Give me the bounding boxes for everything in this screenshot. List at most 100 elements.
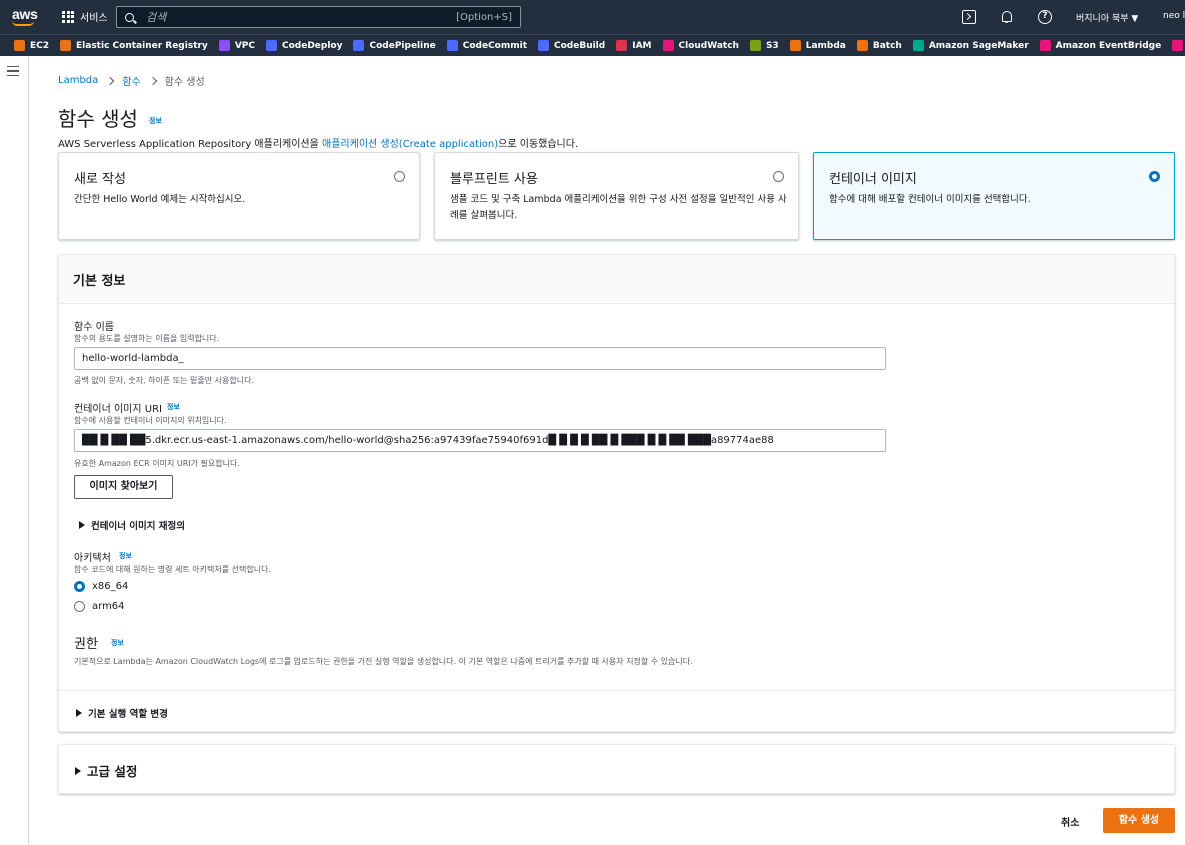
radio-unselected[interactable]	[74, 601, 85, 612]
chevron-right-icon	[148, 76, 157, 85]
function-name-input[interactable]: hello-world-lambda_	[74, 347, 886, 370]
image-uri-hint: 함수에 사용할 컨테이너 이미지의 위치입니다.	[74, 416, 227, 425]
account-menu[interactable]: neo l	[1163, 11, 1185, 21]
service-icon	[60, 40, 72, 51]
function-name-rule: 공백 없이 문자, 숫자, 하이픈 또는 밑줄만 사용합니다.	[74, 376, 254, 385]
services-menu-button[interactable]: 서비스	[62, 9, 108, 24]
option-radio-selected[interactable]	[1149, 171, 1160, 182]
image-uri-label: 컨테이너 이미지 URI	[74, 404, 162, 415]
service-icon	[912, 40, 924, 51]
service-icon	[446, 40, 458, 51]
service-icon	[616, 40, 628, 51]
service-icon	[265, 40, 277, 51]
favorite-label: CodeCommit	[462, 40, 527, 51]
top-navigation: aws 서비스 검색 [Option+S] ? 버지니아 북부 ▼ neo l	[0, 0, 1185, 34]
option-author-from-scratch[interactable]: 새로 작성 간단한 Hello World 예제는 시작하십시오.	[58, 152, 420, 240]
basic-information-panel: 기본 정보 함수 이름 함수의 용도를 설명하는 이름을 입력합니다. hell…	[58, 254, 1175, 732]
service-icon	[1039, 40, 1051, 51]
region-selector[interactable]: 버지니아 북부 ▼	[1076, 11, 1138, 24]
main-content: Lambda 함수 함수 생성 함수 생성 정보 AWS Serverless …	[29, 56, 1185, 845]
side-navigation	[0, 56, 29, 845]
service-icon	[789, 40, 801, 51]
permissions-info-link[interactable]: 정보	[111, 638, 124, 648]
help-icon[interactable]: ?	[1038, 10, 1052, 24]
service-icon	[538, 40, 549, 51]
image-uri-info-link[interactable]: 정보	[167, 402, 180, 412]
execution-role-toggle-label: 기본 실행 역할 변경	[88, 709, 168, 720]
chevron-right-icon	[106, 76, 115, 85]
page-title: 함수 생성	[58, 107, 138, 131]
override-toggle-label: 컨테이너 이미지 재정의	[91, 521, 186, 532]
breadcrumb-current: 함수 생성	[164, 77, 205, 88]
service-icon	[218, 40, 230, 51]
execution-role-toggle[interactable]: 기본 실행 역할 변경	[76, 706, 168, 720]
services-label: 서비스	[80, 13, 108, 24]
option-radio[interactable]	[394, 171, 405, 182]
service-icon	[1172, 40, 1184, 51]
advanced-settings-toggle[interactable]: 고급 설정	[75, 761, 137, 780]
architecture-option-x86[interactable]: x86_64	[74, 581, 128, 592]
search-input[interactable]: 검색 [Option+S]	[116, 6, 521, 28]
architecture-option-arm64[interactable]: arm64	[74, 601, 125, 612]
title-info-link[interactable]: 정보	[149, 116, 162, 126]
aws-logo[interactable]: aws	[12, 6, 38, 22]
architecture-hint: 함수 코드에 대해 원하는 명령 세트 아키텍처를 선택합니다.	[74, 565, 271, 574]
panel-header: 기본 정보	[59, 255, 1174, 304]
favorite-label: CloudWatch	[678, 40, 739, 51]
browse-images-button[interactable]: 이미지 찾아보기	[74, 475, 173, 499]
favorite-label: CodeDeploy	[281, 40, 343, 51]
service-icon	[749, 40, 761, 51]
favorite-codepipeline[interactable]: CodePipeline	[353, 40, 436, 51]
function-name-hint: 함수의 용도를 설명하는 이름을 입력합니다.	[74, 334, 220, 343]
favorite-codecommit[interactable]: CodeCommit	[446, 40, 527, 51]
favorite-lambda[interactable]: Lambda	[789, 40, 846, 51]
favorite-s3[interactable]: S3	[749, 40, 779, 51]
favorite-label: Elastic Container Registry	[76, 40, 208, 51]
breadcrumb-functions[interactable]: 함수	[122, 73, 140, 88]
redirect-notice: AWS Serverless Application Repository 애플…	[58, 135, 578, 150]
favorite-label: CodePipeline	[369, 40, 436, 51]
favorite-elastic-container-registry[interactable]: Elastic Container Registry	[60, 40, 208, 51]
architecture-option-label: x86_64	[92, 581, 129, 592]
menu-icon[interactable]	[7, 66, 19, 76]
favorite-label: Batch	[872, 40, 902, 51]
option-container-image[interactable]: 컨테이너 이미지 함수에 대해 배포할 컨테이너 이미지를 선택합니다.	[813, 152, 1175, 240]
create-function-button[interactable]: 함수 생성	[1103, 808, 1175, 833]
notification-bell-icon[interactable]	[1000, 10, 1014, 24]
permissions-title: 권한	[74, 637, 98, 652]
option-title: 컨테이너 이미지	[829, 172, 917, 187]
favorite-codebuild[interactable]: CodeBuild	[538, 40, 605, 51]
favorite-ec2[interactable]: EC2	[14, 40, 49, 51]
favorite-codedeploy[interactable]: CodeDeploy	[265, 40, 343, 51]
favorite-label: EC2	[30, 40, 50, 51]
option-radio[interactable]	[773, 171, 784, 182]
architecture-info-link[interactable]: 정보	[119, 551, 132, 561]
create-application-link[interactable]: 애플리케이션 생성(Create application)	[322, 139, 498, 150]
favorite-cloudwatch[interactable]: CloudWatch	[662, 40, 739, 51]
advanced-settings-label: 고급 설정	[87, 764, 138, 779]
radio-selected[interactable]	[74, 581, 85, 592]
image-uri-input[interactable]: ██ █ ██ ██5.dkr.ecr.us-east-1.amazonaws.…	[74, 429, 886, 452]
favorite-label: IAM	[632, 40, 652, 51]
service-icon	[14, 40, 25, 51]
favorites-bar: EC2 Elastic Container Registry VPC CodeDepl…	[0, 34, 1185, 56]
caret-right-icon	[76, 709, 82, 717]
favorite-vpc[interactable]: VPC	[218, 40, 255, 51]
advanced-settings-panel[interactable]: 고급 설정	[58, 744, 1175, 794]
favorite-iam[interactable]: IAM	[616, 40, 652, 51]
option-use-blueprint[interactable]: 블루프린트 사용 샘플 코드 및 구축 Lambda 애플리케이션을 위한 구성…	[434, 152, 799, 240]
caret-right-icon	[75, 766, 81, 775]
container-image-override-toggle[interactable]: 컨테이너 이미지 재정의	[79, 518, 185, 532]
aws-logo-smile	[12, 21, 34, 26]
favorite-amazon-eventbridge[interactable]: Amazon EventBridge	[1039, 40, 1161, 51]
architecture-option-label: arm64	[92, 601, 125, 612]
favorite-step-functions[interactable]: Step Functions	[1172, 40, 1185, 51]
permissions-description: 기본적으로 Lambda는 Amazon CloudWatch Logs에 로그…	[74, 657, 693, 666]
cancel-button[interactable]: 취소	[1061, 814, 1079, 829]
favorite-amazon-sagemaker[interactable]: Amazon SageMaker	[912, 40, 1029, 51]
breadcrumb-lambda[interactable]: Lambda	[58, 75, 98, 86]
option-description: 함수에 대해 배포할 컨테이너 이미지를 선택합니다.	[829, 194, 1031, 205]
favorite-batch[interactable]: Batch	[856, 40, 902, 51]
cloudshell-icon[interactable]	[962, 10, 976, 24]
redirect-notice-suffix: 으로 이동했습니다.	[498, 139, 579, 150]
